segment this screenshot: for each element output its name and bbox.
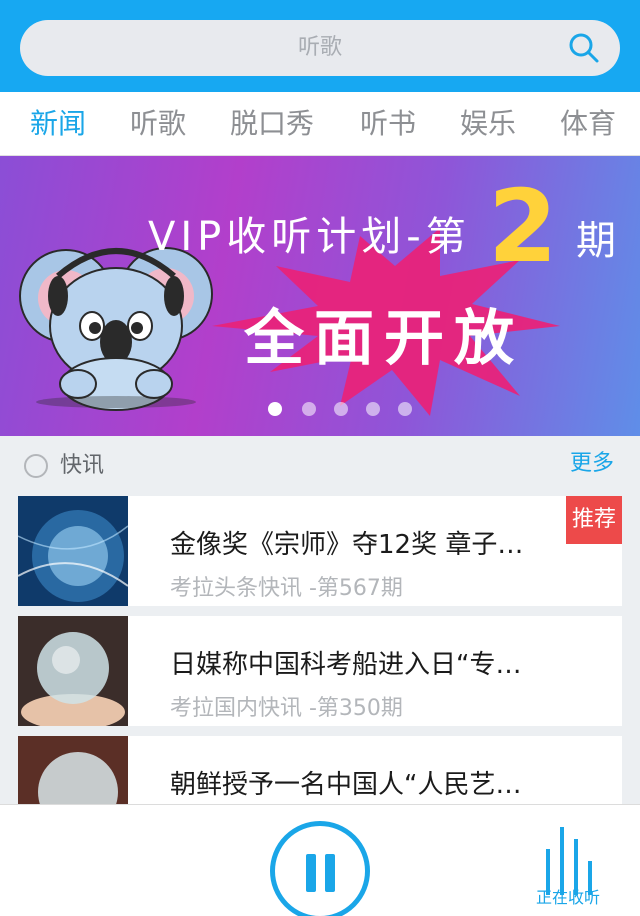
tab-sports[interactable]: 体育: [560, 92, 616, 156]
item-title: 日媒称中国科考船进入日“专…: [170, 650, 522, 680]
pause-icon: [306, 854, 316, 892]
carousel-dot[interactable]: [366, 402, 380, 416]
list-item[interactable]: 朝鲜授予一名中国人“人民艺…: [18, 736, 622, 804]
list-item[interactable]: 日媒称中国科考船进入日“专… 考拉国内快讯 -第350期: [18, 616, 622, 726]
category-tabs: 新闻 听歌 脱口秀 听书 娱乐 体育: [0, 92, 640, 156]
header: 听歌: [0, 0, 640, 92]
thumbnail-image: [18, 496, 128, 606]
recommend-badge: 推荐: [566, 496, 622, 544]
pause-icon: [325, 854, 335, 892]
tab-music[interactable]: 听歌: [130, 92, 186, 156]
item-subtitle: 考拉国内快讯 -第350期: [170, 696, 403, 721]
banner-main-text: 全面开放: [244, 304, 524, 374]
tab-news[interactable]: 新闻: [30, 92, 86, 156]
section-circle-icon: [24, 454, 48, 478]
app: 听歌 新闻 听歌 脱口秀 听书 娱乐 体育 VIP收听计划-第 2 期 全面开放…: [0, 0, 640, 916]
tab-entertainment[interactable]: 娱乐: [460, 92, 516, 156]
carousel-dot[interactable]: [268, 402, 282, 416]
carousel-dot[interactable]: [334, 402, 348, 416]
list-item[interactable]: 金像奖《宗师》夺12奖 章子… 考拉头条快讯 -第567期 推荐: [18, 496, 622, 606]
banner-headline: VIP收听计划-第: [148, 214, 471, 260]
thumbnail-image: [18, 736, 128, 804]
more-link[interactable]: 更多: [570, 446, 614, 482]
item-title: 金像奖《宗师》夺12奖 章子…: [170, 530, 524, 560]
search-bar[interactable]: 听歌: [20, 20, 620, 76]
tab-talkshow[interactable]: 脱口秀: [230, 92, 314, 156]
tab-audiobook[interactable]: 听书: [360, 92, 416, 156]
carousel-dot[interactable]: [302, 402, 316, 416]
item-subtitle: 考拉头条快讯 -第567期: [170, 576, 403, 601]
pause-button[interactable]: [270, 821, 370, 916]
search-icon[interactable]: [568, 32, 600, 64]
promo-banner[interactable]: VIP收听计划-第 2 期 全面开放: [0, 156, 640, 436]
section-title: 快讯: [60, 453, 105, 478]
banner-number: 2: [488, 168, 558, 285]
thumbnail-image: [18, 616, 128, 726]
banner-suffix: 期: [576, 218, 616, 264]
now-playing-label[interactable]: 正在收听: [536, 884, 600, 908]
search-placeholder[interactable]: 听歌: [20, 20, 620, 76]
item-title: 朝鲜授予一名中国人“人民艺…: [170, 770, 522, 800]
carousel-dot[interactable]: [398, 402, 412, 416]
